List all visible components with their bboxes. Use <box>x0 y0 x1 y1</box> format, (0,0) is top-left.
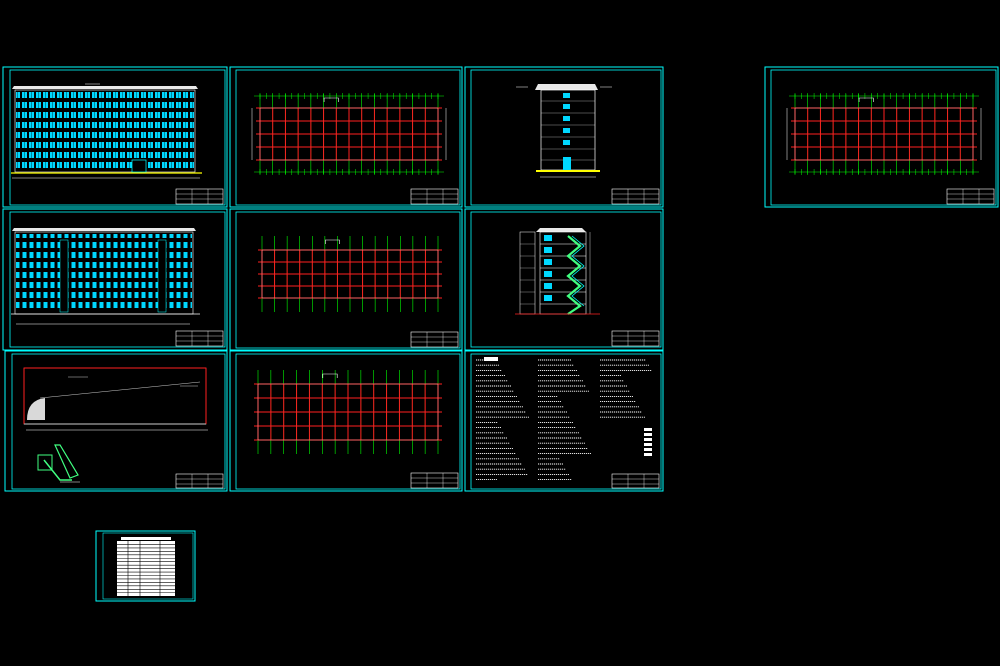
building-facade <box>11 228 200 325</box>
note-table-cell <box>644 453 652 456</box>
notes-heading <box>484 357 498 361</box>
note-table-cell <box>644 438 652 441</box>
note-table-cell <box>644 428 652 431</box>
building-facade <box>11 83 202 179</box>
note-table-cell <box>644 448 652 451</box>
note-table-cell <box>644 443 652 446</box>
cad-drawing-canvas[interactable] <box>0 0 1000 666</box>
index-heading <box>121 537 171 540</box>
note-table-cell <box>644 433 652 436</box>
index-table <box>117 537 175 596</box>
